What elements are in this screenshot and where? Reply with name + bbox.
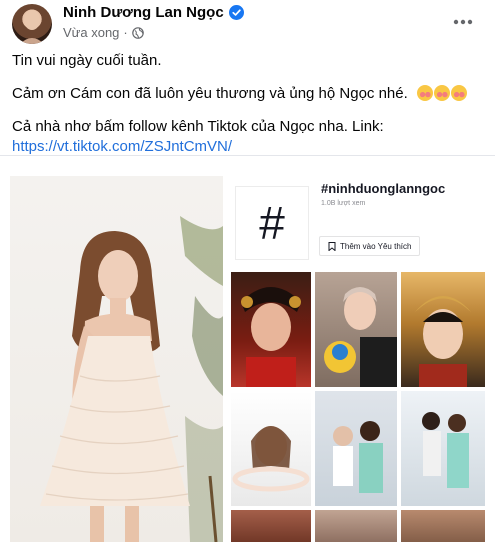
post-photo-portrait[interactable] (10, 176, 223, 542)
more-options-button[interactable] (448, 6, 478, 36)
video-thumbnail (315, 510, 397, 542)
post-timestamp[interactable]: Vừa xong (63, 25, 119, 40)
meta-separator: · (123, 25, 128, 40)
post-line-2-text: Cảm ơn Cám con đã luôn yêu thương và ủng… (12, 85, 408, 102)
hashtag-views: 1.0B lượt xem (321, 200, 366, 207)
video-thumbnail (231, 391, 311, 506)
video-thumbnail (231, 510, 311, 542)
smiling-face-with-hearts-icon (417, 85, 434, 101)
post-line-3-text: Cả nhà nhơ bấm follow kênh Tiktok của Ng… (12, 118, 384, 135)
video-grid (231, 272, 485, 542)
author-line: Ninh Dương Lan Ngọc (63, 4, 244, 21)
post-meta: Vừa xong · (63, 25, 144, 40)
post-line-3: Cả nhà nhơ bấm follow kênh Tiktok của Ng… (12, 117, 482, 157)
media-divider (0, 155, 495, 156)
add-to-favorites-button: Thêm vào Yêu thích (319, 236, 421, 256)
smiling-face-with-hearts-icon (451, 85, 468, 101)
hashtag-title: #ninhduonglanngoc (321, 181, 446, 196)
bookmark-icon (328, 241, 336, 252)
video-thumbnail (401, 391, 485, 506)
author-name[interactable]: Ninh Dương Lan Ngọc (63, 4, 224, 21)
globe-icon[interactable] (131, 26, 144, 39)
verified-badge-icon (228, 5, 244, 20)
video-thumbnail (315, 391, 397, 506)
post-line-2: Cảm ơn Cám con đã luôn yêu thương và ủng… (12, 84, 482, 104)
tiktok-hashtag-screenshot[interactable]: # #ninhduonglanngoc 1.0B lượt xem Thêm v… (229, 176, 486, 542)
hashtag-avatar: # (235, 186, 309, 260)
post-line-1: Tin vui ngày cuối tuần. (12, 52, 162, 69)
video-thumbnail (401, 272, 485, 387)
author-avatar[interactable] (12, 4, 52, 44)
video-thumbnail (231, 272, 311, 387)
video-thumbnail (401, 510, 485, 542)
smiling-face-with-hearts-icon (434, 85, 451, 101)
video-thumbnail (315, 272, 397, 387)
tiktok-link[interactable]: https://vt.tiktok.com/ZSJntCmVN/ (12, 138, 232, 155)
add-to-favorites-label: Thêm vào Yêu thích (340, 241, 412, 251)
post-message: Tin vui ngày cuối tuần. Cảm ơn Cám con đ… (12, 51, 482, 157)
more-horizontal-icon (453, 12, 473, 30)
facebook-post: Ninh Dương Lan Ngọc Vừa xong · Tin vui n… (0, 0, 495, 542)
